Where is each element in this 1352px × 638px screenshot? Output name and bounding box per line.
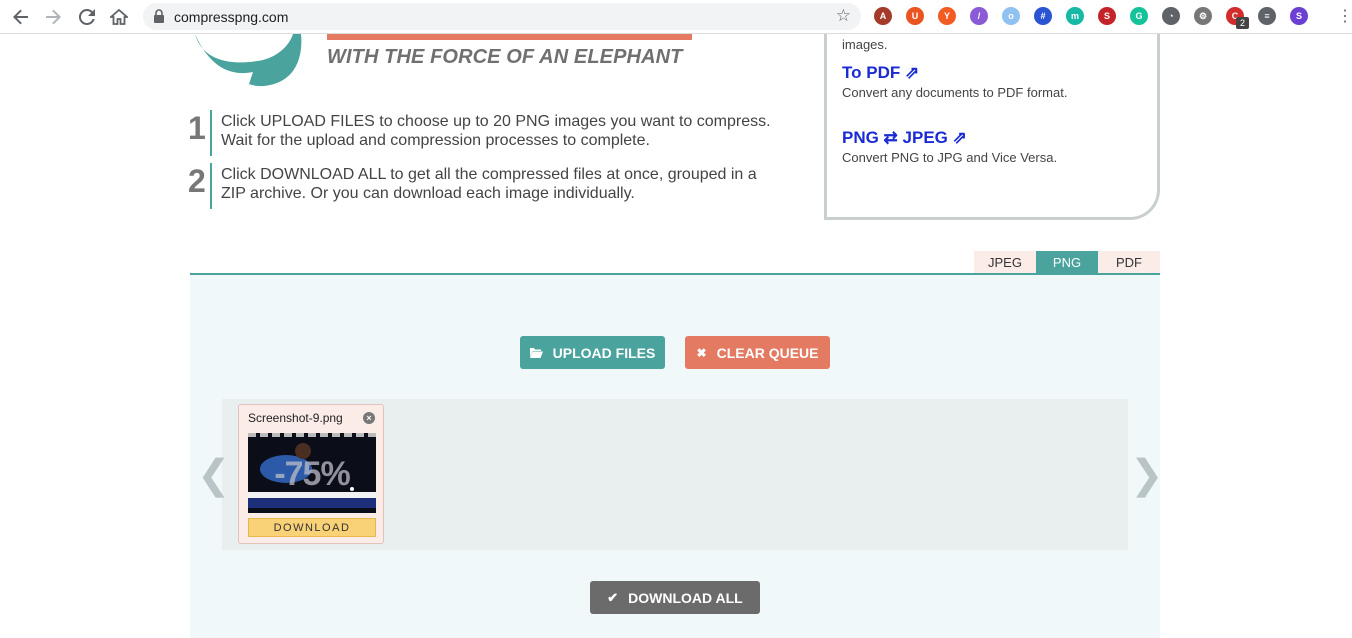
feather-extension-icon[interactable]: / — [970, 7, 988, 25]
remove-file-icon[interactable]: × — [363, 412, 375, 424]
tagline: WITH THE FORCE OF AN ELEPHANT — [327, 46, 683, 68]
step-divider — [210, 110, 212, 156]
seo-extension-icon[interactable]: S — [1098, 7, 1116, 25]
related-tools-box — [824, 34, 1160, 220]
tab-jpeg[interactable]: JPEG — [974, 251, 1036, 273]
tab-pdf[interactable]: PDF — [1098, 251, 1160, 273]
header-accent-bar — [327, 34, 692, 40]
extension-badge: 2 — [1236, 17, 1249, 29]
m-extension-icon[interactable]: m — [1066, 7, 1084, 25]
step-text: Click DOWNLOAD ALL to get all the compre… — [221, 166, 757, 202]
address-bar[interactable]: compresspng.com ☆ — [143, 3, 861, 30]
tab-png[interactable]: PNG — [1036, 251, 1098, 273]
chevron-left-icon[interactable]: ❮ — [197, 452, 231, 498]
kebab-menu-icon[interactable]: ⋮ — [1337, 6, 1352, 26]
clear-queue-button[interactable]: ✖ CLEAR QUEUE — [685, 336, 830, 369]
pdf-extension-icon[interactable]: A — [874, 7, 892, 25]
ya-extension-icon[interactable]: Y — [938, 7, 956, 25]
file-card: Screenshot-9.png × -75% DOWNLOAD — [238, 404, 384, 544]
url-text: compresspng.com — [174, 9, 289, 25]
step-number: 1 — [188, 110, 206, 146]
reload-icon[interactable] — [76, 6, 98, 28]
gear-extension-icon[interactable]: ⚙ — [1194, 7, 1212, 25]
tool-description: images. — [842, 37, 888, 52]
circle-extension-icon[interactable]: o — [1002, 7, 1020, 25]
playlist-extension-icon[interactable]: ≡ — [1258, 7, 1276, 25]
png-jpeg-description: Convert PNG to JPG and Vice Versa. — [842, 150, 1058, 165]
checkmark-icon: ✔ — [607, 589, 619, 605]
step-divider — [210, 163, 212, 209]
step-text: Click UPLOAD FILES to choose up to 20 PN… — [221, 113, 771, 149]
file-name: Screenshot-9.png — [248, 411, 343, 425]
grammarly-extension-icon[interactable]: G — [1130, 7, 1148, 25]
back-arrow-icon[interactable] — [10, 6, 32, 28]
download-all-label: DOWNLOAD ALL — [628, 589, 743, 606]
folder-open-icon — [529, 348, 543, 358]
forward-arrow-icon[interactable] — [42, 6, 64, 28]
clear-queue-label: CLEAR QUEUE — [716, 344, 819, 361]
png-jpeg-link[interactable]: PNG ⇄ JPEG ⇗ — [842, 128, 967, 148]
step-number: 2 — [188, 163, 206, 199]
ubuntu-extension-icon[interactable]: U — [906, 7, 924, 25]
to-pdf-description: Convert any documents to PDF format. — [842, 85, 1068, 100]
elephant-logo — [195, 34, 302, 87]
upload-files-button[interactable]: UPLOAD FILES — [520, 336, 665, 369]
close-icon: ✖ — [696, 345, 707, 360]
home-icon[interactable] — [108, 6, 130, 28]
file-download-button[interactable]: DOWNLOAD — [248, 518, 376, 537]
file-thumbnail: -75% — [248, 433, 376, 513]
compression-percent: -75% — [274, 455, 350, 493]
upload-files-label: UPLOAD FILES — [552, 344, 656, 361]
chevron-right-icon[interactable]: ❯ — [1130, 452, 1164, 498]
bookmark-star-icon[interactable]: ☆ — [836, 6, 851, 26]
lock-icon — [154, 9, 164, 23]
browser-toolbar: compresspng.com ☆ A U Y / o # m S G ◔ ⚙ C ≡ S 2 ⋮ — [0, 0, 1352, 34]
hash-extension-icon[interactable]: # — [1034, 7, 1052, 25]
speed-extension-icon[interactable]: ◔ — [1162, 7, 1180, 25]
to-pdf-link[interactable]: To PDF ⇗ — [842, 63, 919, 83]
s-extension-icon[interactable]: S — [1290, 7, 1308, 25]
download-all-button[interactable]: ✔ DOWNLOAD ALL — [590, 581, 760, 614]
